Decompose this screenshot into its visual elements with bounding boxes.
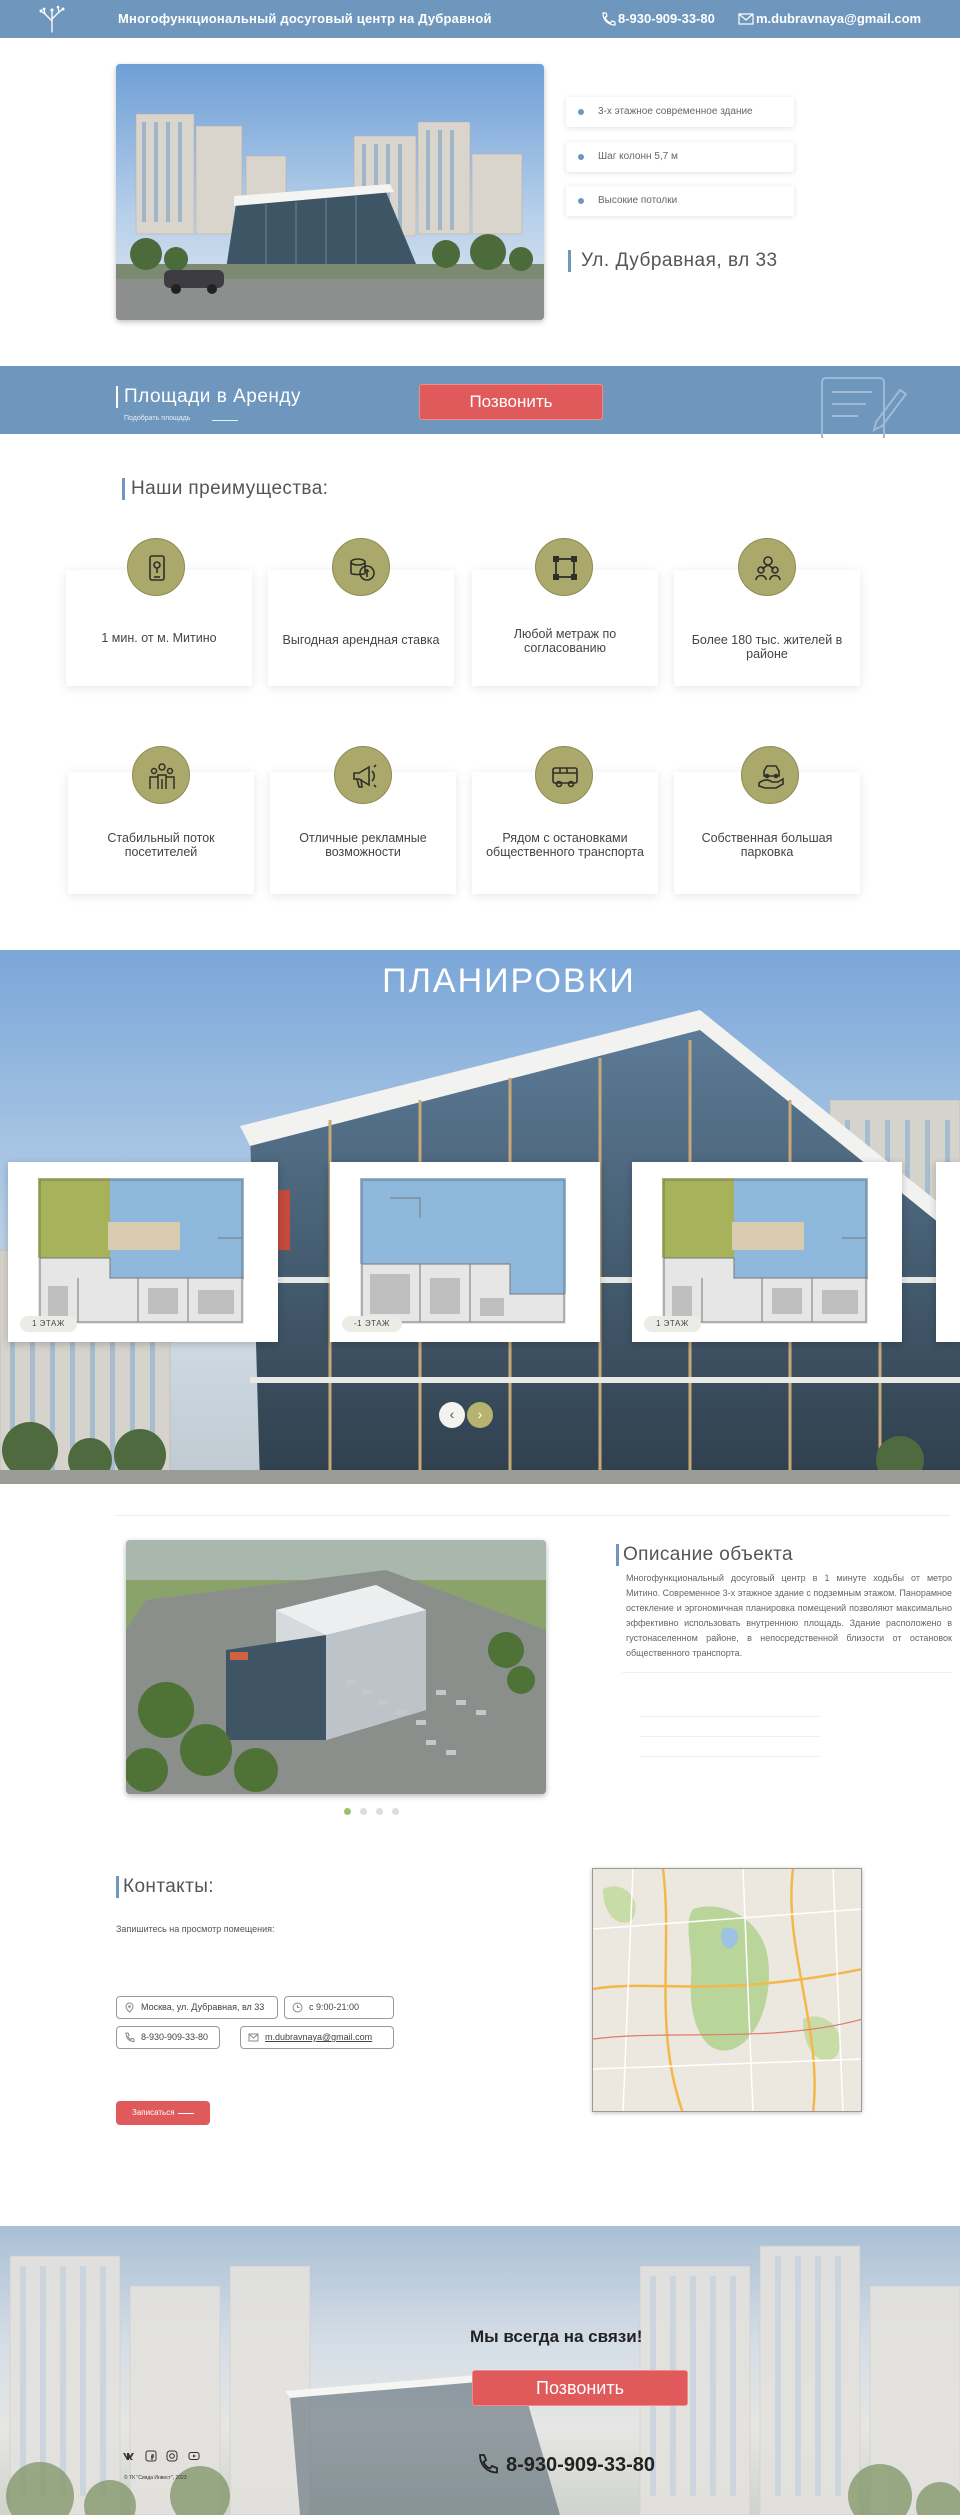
area-square-icon [553,556,577,580]
hours-text: с 9:00-21:00 [309,2002,360,2012]
advantage-icon-circle [535,746,593,804]
car-hand-icon [758,765,784,789]
document-edit-icon [821,377,908,438]
advantage-label: 1 мин. от м. Митино [101,631,217,645]
feature-text: Высокие потолки [598,195,678,206]
plan-card[interactable]: -1 ЭТАЖ [330,1162,600,1342]
advantage-icon-circle [332,538,390,596]
chevron-left-icon[interactable]: ‹ [439,1402,465,1428]
location-pin-icon [125,2002,134,2013]
phone-icon [602,12,616,26]
bullet-dot [578,109,584,115]
email-pill[interactable]: m.dubravnaya@gmail.com [240,2026,394,2049]
phone-pill[interactable]: 8-930-909-33-80 [116,2026,220,2049]
map-phone-icon [149,555,165,581]
bus-icon [552,767,578,788]
site-title: Многофункциональный досуговый центр на Д… [118,11,492,26]
plan-card[interactable]: 1 ЭТАЖ [8,1162,278,1342]
email-link[interactable]: m.dubravnaya@gmail.com [265,2032,372,2042]
bullet-dot [578,154,584,160]
carousel-dot[interactable] [376,1808,383,1815]
facebook-icon[interactable] [145,2450,157,2462]
top-header: Многофункциональный досуговый центр на Д… [0,0,960,38]
advantage-icon-circle [334,746,392,804]
megaphone-icon [353,764,377,788]
plan-card[interactable]: 1 ЭТАЖ [632,1162,902,1342]
hero-address: Ул. Дубравная, вл 33 [568,250,778,272]
advantage-icon-circle [741,746,799,804]
floor-tag: 1 ЭТАЖ [644,1316,701,1332]
plan-card-partial[interactable] [936,1162,960,1342]
floor-plan-image [662,1178,868,1324]
footer-title: Мы всегда на связи! [470,2327,643,2346]
footer-phone[interactable]: 8-930-909-33-80 [506,2454,655,2477]
instagram-icon[interactable] [166,2450,178,2462]
vk-icon[interactable] [122,2450,134,2462]
advantage-label: Стабильный поток посетителей [107,831,215,859]
advantages-title: Наши преимущества: [122,478,328,500]
advantage-label: Собственная большая парковка [701,831,833,859]
tree-logo-icon[interactable] [36,5,68,33]
phone-icon [479,2454,498,2474]
arrow-right-icon [178,2113,194,2114]
chevron-right-icon[interactable]: › [467,1402,493,1428]
description-title: Описание объекта [616,1544,793,1566]
call-button[interactable]: Позвонить [419,384,603,420]
building-photo [116,64,544,320]
floor-tag: -1 ЭТАЖ [342,1316,402,1332]
feature-card: Высокие потолки [566,186,794,216]
advantage-label: Рядом с остановками общественного трансп… [486,831,644,859]
contacts-title: Контакты: [116,1876,214,1898]
coins-icon [350,558,375,581]
feature-text: Шаг колонн 5,7 м [598,151,678,162]
address-text: Москва, ул. Дубравная, вл 33 [141,2002,265,2012]
contacts-subtitle: Запишитесь на просмотр помещения: [116,1924,275,1934]
advantage-label: Отличные рекламные возможности [299,831,427,859]
clock-icon [292,2002,303,2013]
divider [640,1716,820,1717]
divider [640,1736,820,1737]
aerial-photo [126,1540,546,1794]
rent-title: Площади в Аренду [116,386,301,408]
feature-text: 3-х этажное современное здание [598,106,753,117]
floor-plan-image [360,1178,566,1324]
hours-pill: с 9:00-21:00 [284,1996,394,2019]
mail-icon [248,2033,259,2042]
carousel-dot[interactable] [392,1808,399,1815]
divider [622,1672,952,1673]
advantage-icon-circle [535,538,593,596]
pick-area-link[interactable]: Подобрать площадь [124,415,190,422]
crowd-icon [149,763,175,789]
feature-card: 3-х этажное современное здание [566,97,794,127]
bullet-dot [578,198,584,204]
phone-icon [125,2032,135,2043]
divider [116,1515,950,1516]
call-button-footer[interactable]: Позвонить [472,2370,688,2406]
feature-card: Шаг колонн 5,7 м [566,142,794,172]
advantage-icon-circle [132,746,190,804]
arrow-right-icon [212,420,238,421]
layouts-title: ПЛАНИРОВКИ [382,962,636,1000]
carousel-dot[interactable] [360,1808,367,1815]
floor-plan-image [38,1178,244,1324]
phone-text[interactable]: 8-930-909-33-80 [141,2032,208,2042]
youtube-icon[interactable] [188,2450,200,2462]
description-text: Многофункциональный досуговый центр в 1 … [626,1573,952,1658]
advantage-label: Более 180 тыс. жителей в районе [691,633,843,661]
address-pill: Москва, ул. Дубравная, вл 33 [116,1996,278,2019]
floor-tag: 1 ЭТАЖ [20,1316,77,1332]
header-email[interactable]: m.dubravnaya@gmail.com [756,11,921,26]
advantage-icon-circle [738,538,796,596]
copyright: © ТК "Сияда Инвест", 2023 [124,2475,187,2481]
advantage-label: Любой метраж по согласованию [513,627,617,655]
header-phone[interactable]: 8-930-909-33-80 [618,11,715,26]
signup-button[interactable]: Записаться [116,2101,210,2125]
carousel-dot-active[interactable] [344,1808,351,1815]
advantage-icon-circle [127,538,185,596]
divider [640,1756,820,1757]
location-map[interactable] [592,1868,862,2112]
mail-icon [738,13,754,25]
people-group-icon [755,556,781,581]
advantage-label: Выгодная арендная ставка [282,633,440,647]
